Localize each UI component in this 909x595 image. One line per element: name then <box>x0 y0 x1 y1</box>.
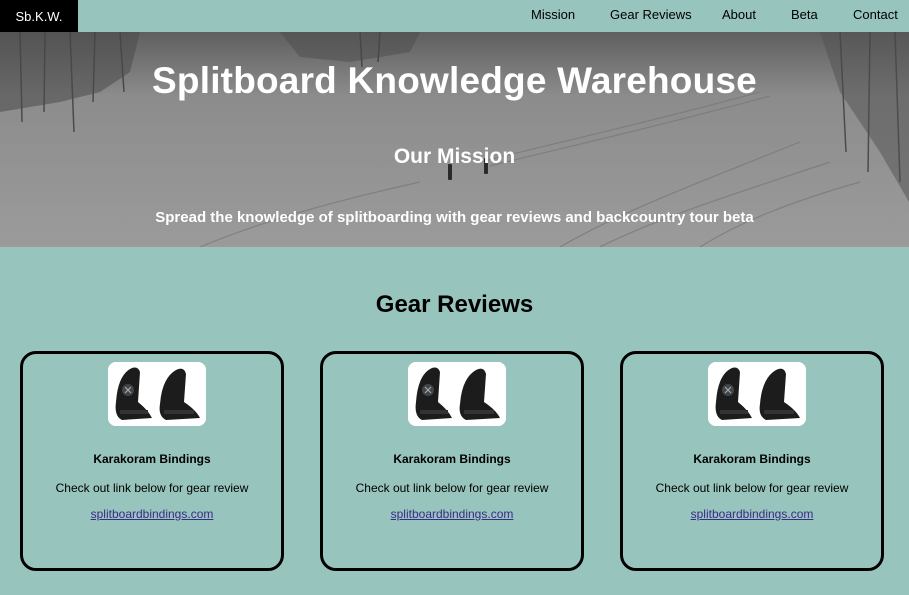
binding-image <box>108 362 206 426</box>
nav-link-contact[interactable]: Contact <box>853 0 898 30</box>
binding-image <box>408 362 506 426</box>
nav-link-about[interactable]: About <box>722 0 756 30</box>
hero-subtitle: Our Mission <box>393 145 516 168</box>
card-description: Check out link below for gear review <box>55 481 249 495</box>
card-review-link[interactable]: splitboardbindings.com <box>691 507 814 521</box>
gear-card: Karakoram Bindings Check out link below … <box>20 351 284 571</box>
hero-banner: Splitboard Knowledge Warehouse Our Missi… <box>0 32 909 247</box>
card-description: Check out link below for gear review <box>655 481 849 495</box>
nav-link-mission[interactable]: Mission <box>531 0 575 30</box>
card-title: Karakoram Bindings <box>93 452 211 466</box>
card-description: Check out link below for gear review <box>355 481 549 495</box>
gear-reviews-title: Gear Reviews <box>375 291 534 318</box>
card-review-link[interactable]: splitboardbindings.com <box>91 507 214 521</box>
hero-title: Splitboard Knowledge Warehouse <box>152 60 757 101</box>
top-nav: Sb.K.W. Mission Gear Reviews About Beta … <box>0 0 909 32</box>
card-title: Karakoram Bindings <box>393 452 511 466</box>
card-review-link[interactable]: splitboardbindings.com <box>391 507 514 521</box>
nav-link-beta[interactable]: Beta <box>791 0 818 30</box>
hero-tagline: Spread the knowledge of splitboarding wi… <box>155 209 754 226</box>
binding-image <box>708 362 806 426</box>
gear-card: Karakoram Bindings Check out link below … <box>620 351 884 571</box>
brand-logo[interactable]: Sb.K.W. <box>0 0 78 32</box>
card-title: Karakoram Bindings <box>693 452 811 466</box>
gear-card: Karakoram Bindings Check out link below … <box>320 351 584 571</box>
nav-link-gear-reviews[interactable]: Gear Reviews <box>610 0 692 30</box>
